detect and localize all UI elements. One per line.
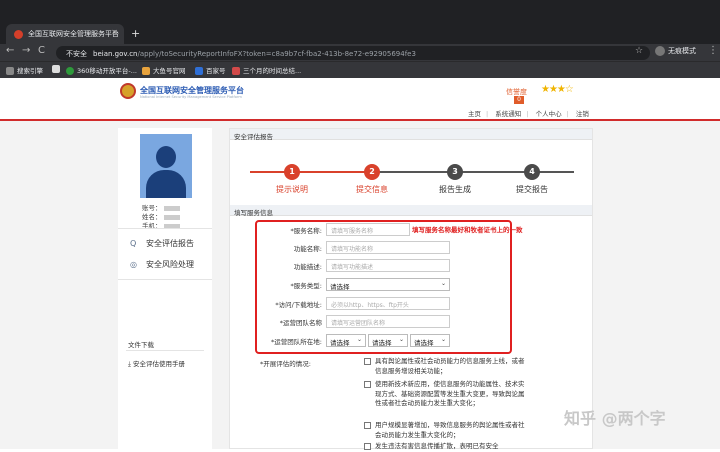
- profile-button[interactable]: 无痕模式: [655, 46, 696, 56]
- incognito-icon: [655, 46, 665, 56]
- bookmark-item[interactable]: 百家号: [195, 65, 226, 75]
- step-2-label: 提交信息: [356, 185, 388, 194]
- sidebar-item-security-report[interactable]: Q 安全评估报告: [130, 238, 194, 249]
- bookmark-item[interactable]: 大鱼号官网: [142, 65, 186, 75]
- step-4-marker: 4: [524, 164, 540, 180]
- download-icon: ⤓: [128, 360, 131, 368]
- nav-logout[interactable]: 注销: [576, 110, 589, 118]
- bookmark-star-icon[interactable]: ☆: [635, 46, 643, 56]
- baijia-icon: [195, 67, 203, 75]
- reload-icon[interactable]: C: [38, 45, 45, 56]
- nav-profile[interactable]: 个人中心: [536, 110, 562, 118]
- step-3-label: 报告生成: [439, 185, 471, 194]
- sidebar-divider: [126, 350, 204, 351]
- rating-stars-icon: ★★★☆: [541, 84, 574, 95]
- url-path: /apply/toSecurityReportInfoFX?token=c8a9…: [137, 50, 416, 58]
- sidebar-divider: [118, 279, 212, 280]
- forward-arrow-icon[interactable]: →: [22, 45, 30, 56]
- site-subtitle: National Internet Security Management Se…: [140, 95, 242, 99]
- assessment-situation-label: *开展评估的情况:: [260, 360, 311, 368]
- url-host: beian.gov.cn: [93, 50, 138, 58]
- browser-menu-icon[interactable]: ⋮: [708, 45, 718, 56]
- bookmark-item[interactable]: 360移动开放平台-...: [66, 65, 137, 75]
- globe-icon: [52, 65, 60, 73]
- step-1-marker: 1: [284, 164, 300, 180]
- profile-label: 无痕模式: [668, 47, 696, 55]
- progress-line: [454, 171, 574, 173]
- tab-title: 全国互联网安全管理服务平台: [28, 30, 119, 38]
- main-panel: 安全评估报告 1 2 3 4 提示说明 提交信息 报告生成 提交报告 填写服务信…: [229, 128, 593, 450]
- step-2-marker: 2: [364, 164, 380, 180]
- highlight-box: [255, 220, 512, 354]
- form-section-title: 填写服务信息: [230, 205, 592, 217]
- national-emblem-icon: [120, 83, 136, 99]
- section-title: 安全评估报告: [230, 129, 592, 141]
- mobile360-icon: [66, 67, 74, 75]
- sidebar-item-risk-handling[interactable]: ◎ 安全风险处理: [130, 259, 194, 270]
- search-icon: Q: [130, 239, 137, 248]
- step-3-marker: 3: [447, 164, 463, 180]
- progress-line: [250, 171, 312, 173]
- watermark: 知乎 @两个字: [564, 409, 666, 428]
- bookmark-item[interactable]: [52, 65, 63, 73]
- dayu-icon: [142, 67, 150, 75]
- checkbox[interactable]: [364, 422, 371, 429]
- bookmark-item[interactable]: 搜索引擎: [6, 65, 43, 75]
- progress-line: [312, 171, 372, 173]
- sidebar-divider: [118, 228, 212, 229]
- new-tab-button[interactable]: +: [131, 27, 140, 40]
- address-bar[interactable]: 不安全 beian.gov.cn/apply/toSecurityReportIn…: [56, 46, 650, 60]
- back-arrow-icon[interactable]: ←: [6, 45, 14, 56]
- step-1-label: 提示说明: [276, 185, 308, 194]
- shield-icon: ◎: [130, 260, 137, 269]
- sidebar: 账号： 姓名： 手机： Q 安全评估报告 ◎ 安全风险处理 文件下载 ⤓ 安全评估使…: [118, 128, 212, 449]
- top-nav: 主页 | 系统通知 | 个人中心 | 注销: [468, 110, 589, 118]
- header-divider: [0, 119, 720, 121]
- redacted-value: [163, 205, 180, 211]
- browser-tab[interactable]: 全国互联网安全管理服务平台 ✕: [6, 24, 124, 44]
- bookmark-item[interactable]: 三个月的时间总结...: [232, 65, 301, 75]
- avatar-head: [156, 146, 176, 168]
- manual-download-link[interactable]: ⤓ 安全评估使用手册: [128, 358, 185, 369]
- checkbox[interactable]: [364, 381, 371, 388]
- progress-line: [372, 171, 454, 173]
- blog-icon: [232, 67, 240, 75]
- site-header: 全国互联网安全管理服务平台 National Internet Security…: [0, 78, 720, 120]
- nav-notifications[interactable]: 系统通知: [495, 110, 521, 118]
- security-indicator[interactable]: 不安全: [66, 50, 87, 58]
- browser-toolbar: ← → C 不安全 beian.gov.cn/apply/toSecurityRe…: [0, 44, 720, 61]
- file-download-heading: 文件下载: [128, 341, 154, 349]
- rating-value: 0: [514, 96, 524, 104]
- site-favicon-icon: [14, 30, 23, 39]
- step-4-label: 提交报告: [516, 185, 548, 194]
- bookmarks-bar: 搜索引擎 360移动开放平台-... 大鱼号官网 百家号 三个月的时间总结...: [0, 61, 720, 78]
- browser-chrome: 全国互联网安全管理服务平台 ✕ + ← → C 不安全 beian.gov.cn/…: [0, 0, 720, 78]
- grid-icon: [6, 67, 14, 75]
- avatar-body: [146, 170, 186, 198]
- close-tab-icon[interactable]: ✕: [111, 28, 118, 37]
- nav-home[interactable]: 主页: [468, 110, 481, 118]
- page-content: 全国互联网安全管理服务平台 National Internet Security…: [0, 78, 720, 450]
- avatar: [140, 134, 192, 198]
- redacted-value: [163, 214, 180, 220]
- checkbox[interactable]: [364, 358, 371, 365]
